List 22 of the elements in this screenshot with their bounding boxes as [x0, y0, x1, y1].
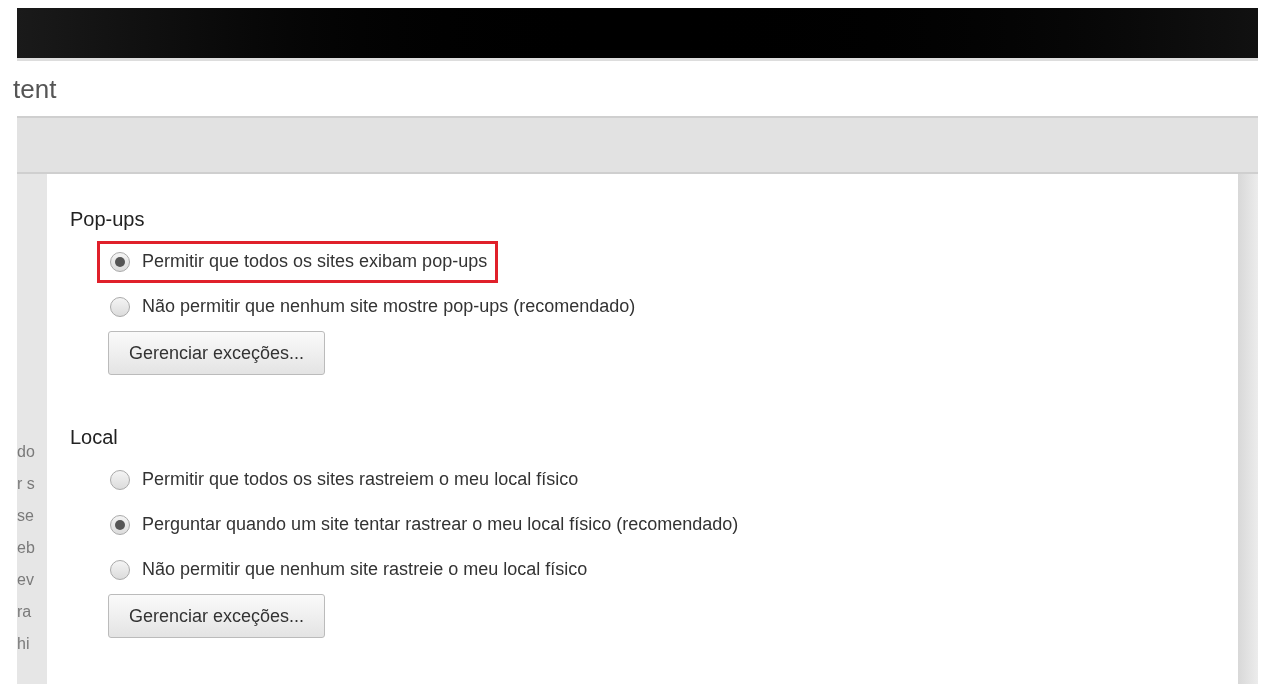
radio-option[interactable]: Perguntar quando um site tentar rastrear o meu local físico (recomendado) [97, 503, 750, 546]
background-text: do [17, 444, 35, 460]
radio-button[interactable] [110, 296, 130, 317]
background-text: se [17, 508, 34, 524]
background-text: eb [17, 540, 35, 556]
radio-button[interactable] [110, 514, 130, 535]
background-text: ev [17, 572, 34, 588]
background-text: ra [17, 604, 32, 620]
background-text: r s [17, 476, 35, 492]
manage-exceptions-button[interactable]: Gerenciar exceções... [108, 331, 326, 375]
window-title: tent [13, 75, 57, 102]
radio-button[interactable] [110, 469, 130, 490]
radio-button[interactable] [110, 559, 130, 580]
manage-exceptions-button[interactable]: Gerenciar exceções... [108, 594, 326, 638]
radio-option[interactable]: Não permitir que nenhum site rastreie o meu local físico [97, 548, 599, 591]
background-text: hi [17, 636, 30, 652]
radio-button[interactable] [110, 251, 130, 272]
radio-option[interactable]: Não permitir que nenhum site mostre pop-ups (recomendado) [97, 285, 647, 328]
section-heading: Pop-ups [70, 209, 146, 229]
section-heading: Local [70, 427, 119, 447]
radio-option[interactable]: Permitir que todos os sites exibam pop-ups [97, 240, 499, 283]
radio-option[interactable]: Permitir que todos os sites rastreiem o meu local físico [97, 458, 590, 501]
